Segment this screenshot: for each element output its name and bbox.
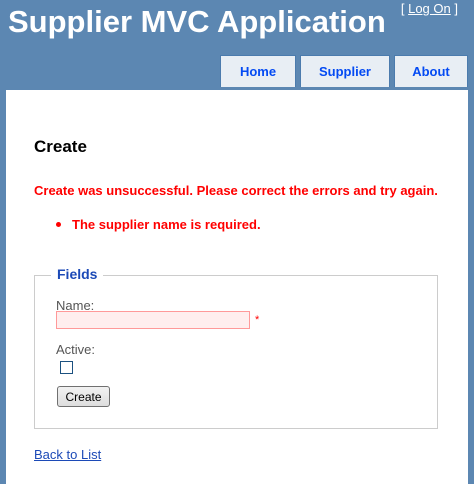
back-to-list-link[interactable]: Back to List [34, 447, 101, 462]
log-on-link[interactable]: Log On [408, 1, 451, 16]
active-checkbox[interactable] [60, 361, 73, 374]
tab-home[interactable]: Home [220, 55, 296, 87]
error-text: The supplier name is required. [72, 217, 261, 232]
login-close-bracket: ] [454, 1, 458, 16]
tab-supplier[interactable]: Supplier [300, 55, 390, 87]
fields-fieldset: Fields Name: * Active: Create [34, 266, 438, 429]
error-list: The supplier name is required. [56, 217, 261, 232]
main-content: Create Create was unsuccessful. Please c… [6, 90, 468, 484]
header: Supplier MVC Application [ Log On ] Home… [0, 0, 474, 90]
error-item: The supplier name is required. [56, 217, 261, 232]
active-label: Active: [56, 342, 96, 357]
tab-about[interactable]: About [394, 55, 468, 87]
page-title: Create [34, 137, 87, 156]
validation-summary: Create was unsuccessful. Please correct … [34, 183, 438, 198]
page: Supplier MVC Application [ Log On ] Home… [0, 0, 474, 484]
bullet-icon [56, 222, 61, 227]
name-input[interactable] [56, 311, 250, 329]
login-display: [ Log On ] [401, 1, 458, 16]
required-marker: * [255, 314, 260, 326]
login-open-bracket: [ [400, 1, 405, 16]
fieldset-legend: Fields [51, 266, 104, 282]
app-title: Supplier MVC Application [8, 4, 386, 39]
main-menu: Home Supplier About [220, 55, 468, 87]
create-button[interactable]: Create [57, 386, 110, 407]
